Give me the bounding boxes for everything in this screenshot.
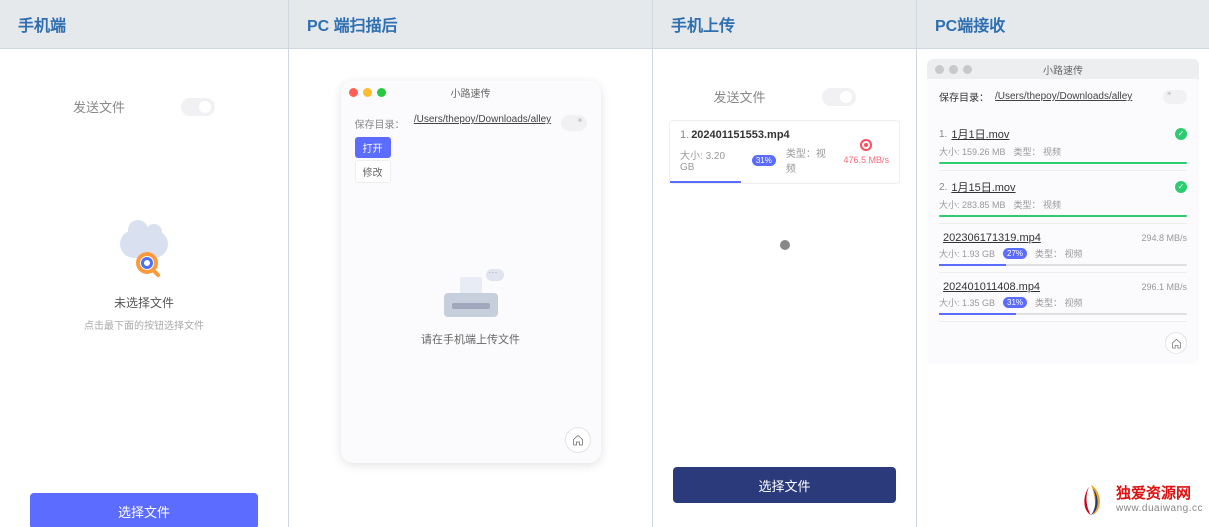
- file-name: 1.202401151553.mp4: [680, 129, 835, 141]
- loading-indicator-icon: [780, 240, 790, 250]
- col-header-mobile: 手机端: [0, 0, 288, 49]
- col-pc-scan: PC 端扫描后 小路速传 保存目录： /Users/thepoy/Downloa…: [289, 0, 653, 527]
- file-meta: 大小: 1.35 GB31%类型： 视频: [939, 296, 1187, 309]
- recv-file-row: 1. 1月1日.mov ✓ 大小: 159.26 MB类型： 视频: [939, 118, 1187, 171]
- theme-toggle[interactable]: ☀: [822, 88, 856, 106]
- file-name[interactable]: 1月15日.mov: [951, 179, 1015, 195]
- watermark-title: 独爱资源网: [1116, 486, 1203, 503]
- progress-badge: 31%: [752, 155, 776, 166]
- theme-toggle[interactable]: ☀: [181, 98, 215, 116]
- transfer-speed: 296.1 MB/s: [1141, 282, 1187, 292]
- select-file-button[interactable]: 选择文件: [673, 467, 896, 503]
- save-dir-path[interactable]: /Users/thepoy/Downloads/alley: [411, 113, 555, 126]
- file-index: 2.: [939, 182, 947, 193]
- recv-file-row: 202401011408.mp4 296.1 MB/s 大小: 1.35 GB31%…: [939, 273, 1187, 322]
- col-header-pc-recv: PC端接收: [917, 0, 1209, 49]
- uploading-file-row: 1.202401151553.mp4 大小: 3.20 GB 31% 类型：视频…: [669, 120, 900, 184]
- progress-badge: 31%: [1003, 297, 1027, 308]
- empty-subtitle: 点击最下面的按钮选择文件: [84, 317, 204, 332]
- done-check-icon: ✓: [1175, 181, 1187, 193]
- file-name[interactable]: 202306171319.mp4: [943, 232, 1041, 244]
- file-index: 1.: [939, 129, 947, 140]
- empty-title: 未选择文件: [114, 294, 174, 311]
- home-icon: [572, 434, 584, 446]
- file-name[interactable]: 1月1日.mov: [951, 126, 1009, 142]
- send-label: 发送文件: [713, 87, 765, 106]
- file-name[interactable]: 202401011408.mp4: [943, 281, 1040, 293]
- col-mobile: 手机端 发送文件 ☀ 未选择文件 点击最下面的按钮选择文件 选择文件: [0, 0, 289, 527]
- window-title: 小路速传: [927, 62, 1199, 77]
- save-dir-label: 保存目录：: [355, 113, 405, 131]
- theme-toggle[interactable]: [1163, 90, 1187, 104]
- progress-bar: [939, 162, 1187, 164]
- save-dir-path[interactable]: /Users/thepoy/Downloads/alley: [995, 91, 1157, 102]
- upload-prompt-text: 请在手机端上传文件: [421, 331, 520, 347]
- watermark-logo-icon: [1072, 481, 1110, 519]
- recv-file-row: 202306171319.mp4 294.8 MB/s 大小: 1.93 GB27%…: [939, 224, 1187, 273]
- home-button[interactable]: [1165, 332, 1187, 354]
- home-button[interactable]: [565, 427, 591, 453]
- upload-speed: 476.5 MB/s: [843, 155, 889, 165]
- save-dir-label: 保存目录：: [939, 89, 989, 104]
- progress-bar: [939, 215, 1187, 217]
- col-pc-recv: PC端接收 小路速传 保存目录： /Users/thepoy/Downloads…: [917, 0, 1209, 527]
- progress-badge: 27%: [1003, 248, 1027, 259]
- file-meta: 大小: 1.93 GB27%类型： 视频: [939, 247, 1187, 260]
- watermark: 独爱资源网 www.duaiwang.cc: [1072, 481, 1203, 519]
- file-meta: 大小: 159.26 MB类型： 视频: [939, 145, 1187, 158]
- col-mobile-upload: 手机上传 发送文件 ☀ 1.202401151553.mp4 大小: 3.20 …: [653, 0, 917, 527]
- window-title: 小路速传: [341, 85, 601, 100]
- pc-scan-window: 小路速传 保存目录： /Users/thepoy/Downloads/alley…: [341, 81, 601, 463]
- progress-bar: [670, 181, 741, 183]
- progress-bar: [939, 264, 1187, 266]
- col-header-mobile-upload: 手机上传: [653, 0, 916, 49]
- theme-toggle[interactable]: [561, 115, 587, 131]
- file-meta: 大小: 283.85 MB类型： 视频: [939, 198, 1187, 211]
- select-file-button[interactable]: 选择文件: [30, 493, 258, 527]
- upload-prompt-icon: [444, 273, 498, 317]
- modify-dir-button[interactable]: 修改: [355, 160, 391, 183]
- done-check-icon: ✓: [1175, 128, 1187, 140]
- progress-bar: [939, 313, 1187, 315]
- send-label: 发送文件: [73, 97, 125, 116]
- transfer-speed: 294.8 MB/s: [1141, 233, 1187, 243]
- home-icon: [1171, 338, 1182, 349]
- recv-file-row: 2. 1月15日.mov ✓ 大小: 283.85 MB类型： 视频: [939, 171, 1187, 224]
- col-header-pc-scan: PC 端扫描后: [289, 0, 652, 49]
- pc-recv-window: 小路速传 保存目录： /Users/thepoy/Downloads/alley…: [927, 59, 1199, 364]
- watermark-url: www.duaiwang.cc: [1116, 503, 1203, 514]
- empty-state-icon: [114, 226, 174, 276]
- open-dir-button[interactable]: 打开: [355, 137, 391, 158]
- stop-upload-icon[interactable]: [860, 139, 872, 151]
- mobile-empty-card: 发送文件 ☀ 未选择文件 点击最下面的按钮选择文件 选择文件: [10, 97, 278, 527]
